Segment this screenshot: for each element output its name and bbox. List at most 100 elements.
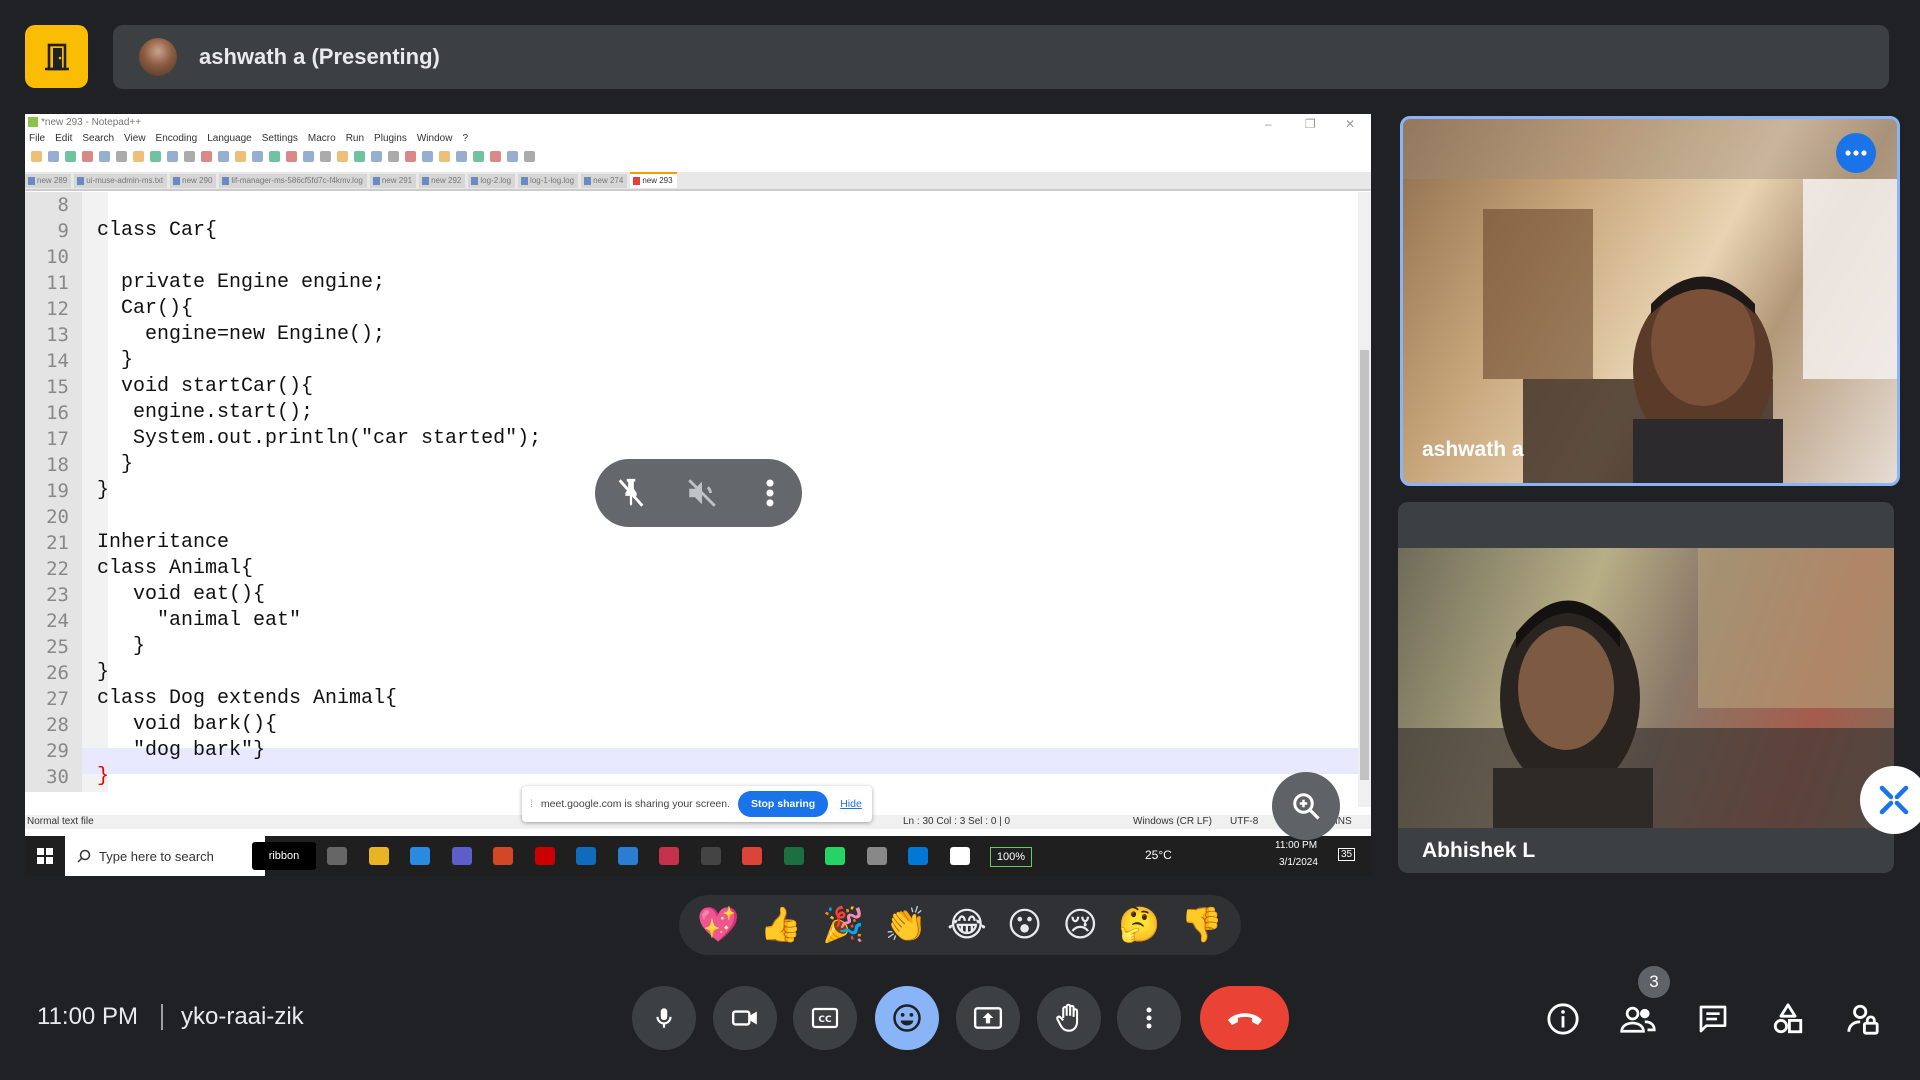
editor-tab[interactable]: new 293 (630, 172, 677, 188)
taskbar-app-icon[interactable] (866, 847, 887, 865)
menu-item[interactable]: Search (82, 133, 114, 148)
code-line[interactable]: } (97, 765, 109, 788)
host-controls-button[interactable] (1840, 996, 1886, 1042)
menu-item[interactable]: Edit (55, 133, 72, 148)
toolbar-button-icon[interactable] (65, 151, 76, 162)
search-app-label[interactable]: ribbon (252, 842, 316, 870)
toolbar-button-icon[interactable] (490, 151, 501, 162)
code-line[interactable]: } (97, 635, 145, 658)
code-line[interactable]: class Car{ (97, 219, 217, 242)
toolbar-button-icon[interactable] (150, 151, 161, 162)
editor-tab[interactable]: new 290 (170, 174, 217, 188)
people-button[interactable] (1615, 996, 1661, 1042)
editor-tab[interactable]: lif-manager-ms-586cf5fd7c-f4kmv.log (219, 174, 367, 188)
participant-tile-abhishek[interactable] (1398, 548, 1894, 828)
menu-item[interactable]: Language (207, 133, 252, 148)
code-line[interactable]: void startCar(){ (97, 375, 313, 398)
stop-sharing-button[interactable]: Stop sharing (738, 791, 829, 817)
maximize-icon[interactable]: ❐ (1305, 117, 1316, 131)
taskbar-app-icon[interactable] (659, 847, 679, 865)
toolbar-button-icon[interactable] (456, 151, 467, 162)
toolbar-button-icon[interactable] (201, 151, 212, 162)
volume-off-icon[interactable] (685, 476, 719, 510)
leave-call-button[interactable] (1200, 986, 1289, 1050)
taskbar-app-icon[interactable] (534, 847, 555, 865)
drag-handle-icon[interactable]: ⁞ (530, 798, 533, 810)
menu-item[interactable]: View (124, 133, 146, 148)
taskbar-app-icon[interactable] (742, 847, 762, 865)
taskbar-search[interactable]: Type here to search (65, 836, 265, 876)
taskbar-app-icon[interactable] (700, 847, 721, 865)
toolbar-button-icon[interactable] (116, 151, 127, 162)
toolbar-button-icon[interactable] (218, 151, 229, 162)
reaction-emoji[interactable]: 💖 (697, 905, 739, 945)
minimize-icon[interactable]: – (1265, 117, 1272, 131)
more-options-icon[interactable] (757, 476, 783, 510)
toolbar-button-icon[interactable] (303, 151, 314, 162)
weather-temp[interactable]: 25°C (1145, 848, 1172, 862)
menu-item[interactable]: Run (346, 133, 364, 148)
taskbar-app-icon[interactable] (451, 847, 472, 865)
toolbar-button-icon[interactable] (235, 151, 246, 162)
reaction-emoji[interactable]: 😂 (947, 905, 987, 945)
raise-hand-button[interactable] (1037, 986, 1101, 1050)
reaction-emoji[interactable]: 👎 (1181, 905, 1223, 945)
zoom-button[interactable] (1272, 772, 1340, 840)
taskbar-date[interactable]: 3/1/2024 (1279, 857, 1318, 868)
taskbar-app-icon[interactable] (493, 847, 513, 865)
camera-button[interactable] (713, 986, 777, 1050)
code-line[interactable]: Car(){ (97, 297, 193, 320)
reaction-emoji[interactable]: 🤔 (1118, 905, 1160, 945)
chat-button[interactable] (1690, 996, 1736, 1042)
leave-room-button[interactable] (25, 25, 88, 88)
toolbar-button-icon[interactable] (184, 151, 195, 162)
menu-item[interactable]: Macro (308, 133, 336, 148)
toolbar-button-icon[interactable] (507, 151, 518, 162)
taskbar-app-icon[interactable] (949, 847, 970, 865)
taskbar-app-icon[interactable] (825, 847, 845, 865)
editor-tab[interactable]: log-2.log (468, 174, 516, 188)
code-line[interactable]: "dog bark"} (97, 739, 265, 762)
menu-item[interactable]: ? (462, 133, 468, 148)
code-line[interactable]: private Engine engine; (97, 271, 385, 294)
menu-item[interactable]: File (29, 133, 45, 148)
taskbar-app-icon[interactable] (368, 847, 389, 865)
toolbar-button-icon[interactable] (524, 151, 535, 162)
menu-item[interactable]: Plugins (374, 133, 407, 148)
meeting-details-button[interactable] (1540, 996, 1586, 1042)
code-line[interactable]: } (97, 479, 109, 502)
toolbar-button-icon[interactable] (167, 151, 178, 162)
code-line[interactable]: void bark(){ (97, 713, 277, 736)
code-line[interactable]: class Animal{ (97, 557, 253, 580)
code-line[interactable]: engine=new Engine(); (97, 323, 385, 346)
battery-indicator[interactable]: 100% (990, 847, 1032, 867)
editor-tab[interactable]: log-1-log.log (518, 174, 579, 188)
toolbar-button-icon[interactable] (405, 151, 416, 162)
editor-tab[interactable]: new 292 (419, 174, 466, 188)
editor-tab[interactable]: new 289 (25, 174, 72, 188)
toolbar-button-icon[interactable] (133, 151, 144, 162)
reactions-button[interactable] (875, 986, 939, 1050)
taskbar-app-icon[interactable] (576, 847, 596, 865)
editor-tab[interactable]: new 274 (581, 174, 628, 188)
more-options-button[interactable] (1117, 986, 1181, 1050)
reaction-emoji[interactable]: 😢 (1062, 905, 1097, 945)
microphone-button[interactable] (632, 986, 696, 1050)
participant-options-button[interactable] (1836, 133, 1876, 173)
reaction-emoji[interactable]: 👍 (760, 905, 802, 945)
taskbar-app-icon[interactable] (783, 847, 804, 865)
code-line[interactable]: void eat(){ (97, 583, 265, 606)
taskbar-app-icon[interactable] (410, 847, 430, 865)
toolbar-button-icon[interactable] (473, 151, 484, 162)
reaction-emoji[interactable]: 😮 (1007, 905, 1042, 945)
reaction-emoji[interactable]: 🎉 (822, 905, 864, 945)
toolbar-button-icon[interactable] (269, 151, 280, 162)
taskbar-app-icon[interactable] (908, 847, 928, 865)
hide-banner-link[interactable]: Hide (840, 798, 862, 810)
unpin-icon[interactable] (614, 476, 648, 510)
toolbar-button-icon[interactable] (422, 151, 433, 162)
code-line[interactable]: engine.start(); (97, 401, 313, 424)
windows-start-icon[interactable] (37, 848, 53, 864)
code-line[interactable]: } (97, 349, 133, 372)
code-line[interactable]: class Dog extends Animal{ (97, 687, 397, 710)
